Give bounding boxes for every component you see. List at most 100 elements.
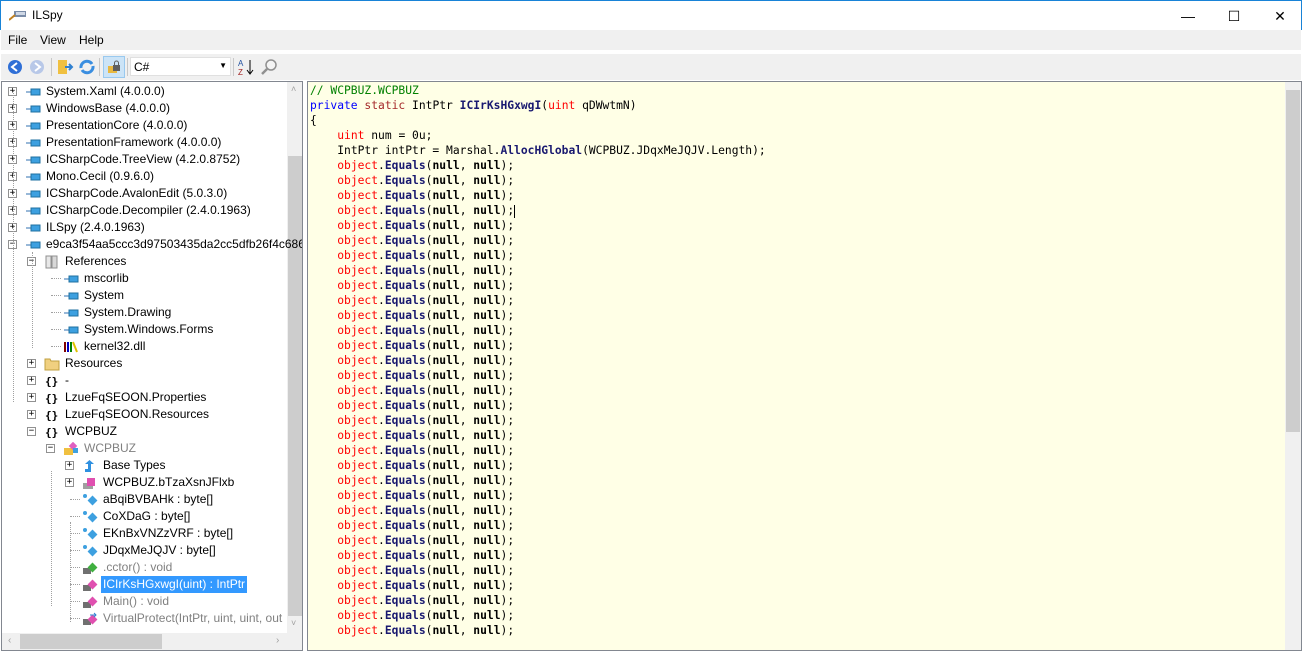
maximize-button[interactable]: ☐ (1211, 1, 1257, 31)
folder-icon (44, 357, 60, 371)
code-token: , (459, 549, 474, 562)
code-token: Equals (384, 264, 426, 277)
tree-scroll-thumb[interactable] (288, 156, 302, 616)
tree-node-label[interactable]: ICIrKsHGxwgI(uint) : IntPtr (101, 576, 248, 593)
tree-node-label[interactable]: ICSharpCode.Decompiler (2.4.0.1963) (46, 202, 251, 219)
tree-node-label[interactable]: PresentationCore (4.0.0.0) (46, 117, 187, 134)
tree-node-label[interactable]: JDqxMeJQJV : byte[] (103, 542, 216, 559)
code-token: ); (500, 324, 515, 337)
expand-icon[interactable]: + (65, 478, 74, 487)
tree-guide-line (32, 252, 33, 348)
tree-node-label[interactable]: kernel32.dll (84, 338, 145, 355)
code-token: null (432, 339, 460, 352)
code-token: . (378, 429, 385, 442)
tree-node-label[interactable]: VirtualProtect(IntPtr, uint, uint, out (103, 610, 282, 627)
expand-icon[interactable]: + (65, 461, 74, 470)
forward-button[interactable] (27, 57, 47, 77)
code-token: Equals (384, 354, 426, 367)
scroll-right-icon[interactable]: › (276, 635, 279, 646)
tree-node-label[interactable]: Mono.Cecil (0.9.6.0) (46, 168, 154, 185)
tree-node-label[interactable]: Base Types (103, 457, 165, 474)
menu-view[interactable]: View (40, 33, 66, 47)
tree-node-label[interactable]: PresentationFramework (4.0.0.0) (46, 134, 221, 151)
tree-node-label[interactable]: LzueFqSEOON.Properties (65, 389, 206, 406)
code-token: , (459, 339, 474, 352)
collapse-icon[interactable]: − (27, 427, 36, 436)
assembly-tree[interactable]: ˄ ˅ ‹ › + System.Xaml (4.0.0.0) + WindowsBa… (1, 81, 303, 651)
expand-icon[interactable]: + (27, 359, 36, 368)
tree-node-label[interactable]: .cctor() : void (103, 559, 172, 576)
code-line: IntPtr intPtr = Marshal.AllocHGlobal(WCP… (310, 143, 766, 158)
tree-hscroll-thumb[interactable] (20, 634, 162, 649)
scroll-left-icon[interactable]: ‹ (8, 635, 11, 646)
tree-connector (70, 550, 80, 551)
tree-node-label[interactable]: CoXDaG : byte[] (103, 508, 190, 525)
tree-node-label[interactable]: aBqiBVBAHk : byte[] (103, 491, 213, 508)
tree-node-label[interactable]: WCPBUZ (84, 440, 136, 457)
tree-node-label[interactable]: EKnBxVNZzVRF : byte[] (103, 525, 233, 542)
scroll-up-icon[interactable]: ˄ (291, 84, 296, 94)
assembly-icon (25, 221, 41, 235)
close-button[interactable]: ✕ (1257, 1, 1302, 31)
assembly-icon (25, 204, 41, 218)
code-token: , (459, 474, 474, 487)
tree-node-label[interactable]: WCPBUZ.bTzaXsnJFlxb (103, 474, 234, 491)
tree-node-label[interactable]: System.Windows.Forms (84, 321, 213, 338)
toolbar-separator (51, 58, 52, 76)
tree-node-label[interactable]: ICSharpCode.AvalonEdit (5.0.3.0) (46, 185, 227, 202)
code-token: null (473, 609, 501, 622)
refresh-icon (79, 59, 95, 75)
sort-button[interactable]: AZ (236, 57, 256, 77)
menu-help[interactable]: Help (79, 33, 104, 47)
menu-file[interactable]: File (8, 33, 27, 47)
code-token: Equals (384, 609, 426, 622)
code-editor[interactable]: // WCPBUZ.WCPBUZ private static IntPtr IC… (307, 81, 1302, 651)
tree-node-label[interactable]: ILSpy (2.4.0.1963) (46, 219, 145, 236)
reload-button[interactable] (77, 57, 97, 77)
tree-node-label[interactable]: System (84, 287, 124, 304)
code-token: null (473, 624, 501, 637)
tree-node-label[interactable]: References (65, 253, 126, 270)
scroll-down-icon[interactable]: ˅ (291, 618, 296, 628)
tree-node-label[interactable]: WCPBUZ (65, 423, 117, 440)
code-token: null (473, 444, 501, 457)
code-token: . (378, 234, 385, 247)
code-token: null (432, 489, 460, 502)
tree-node-label[interactable]: LzueFqSEOON.Resources (65, 406, 209, 423)
tree-node-label[interactable]: Resources (65, 355, 122, 372)
search-button[interactable] (259, 57, 279, 77)
tree-node-label[interactable]: mscorlib (84, 270, 129, 287)
show-internal-toggle[interactable] (103, 56, 125, 78)
minimize-button[interactable]: — (1165, 1, 1211, 31)
method-icon (82, 595, 98, 609)
collapse-icon[interactable]: − (46, 444, 55, 453)
back-button[interactable] (5, 57, 25, 77)
tree-node-label[interactable]: e9ca3f54aa5ccc3d97503435da2cc5dfb26f4c68… (46, 236, 302, 253)
code-token: ); (500, 474, 515, 487)
tree-horizontal-scrollbar[interactable]: ‹ › (2, 633, 302, 650)
expand-icon[interactable]: + (27, 393, 36, 402)
tree-node-label[interactable]: System.Drawing (84, 304, 171, 321)
tree-node-label[interactable]: ICSharpCode.TreeView (4.2.0.8752) (46, 151, 240, 168)
code-scroll-thumb[interactable] (1286, 90, 1300, 432)
tree-node-label[interactable]: WindowsBase (4.0.0.0) (46, 100, 170, 117)
open-button[interactable] (55, 57, 75, 77)
field-icon (82, 544, 98, 558)
tree-node-label[interactable]: System.Xaml (4.0.0.0) (46, 83, 165, 100)
code-token: null (473, 354, 501, 367)
code-token: null (432, 264, 460, 277)
tree-node-label[interactable]: Main() : void (103, 593, 169, 610)
tree-node-label[interactable]: - (65, 372, 69, 389)
code-token: , (459, 624, 474, 637)
ilspy-app-icon (9, 11, 26, 21)
tree-vertical-scrollbar[interactable]: ˄ ˅ (287, 82, 302, 633)
expand-icon[interactable]: + (27, 376, 36, 385)
language-dropdown[interactable]: C# ▼ (130, 57, 231, 76)
code-token: ); (500, 594, 515, 607)
code-token: null (473, 399, 501, 412)
code-vertical-scrollbar[interactable] (1285, 82, 1301, 650)
expand-icon[interactable]: + (27, 410, 36, 419)
